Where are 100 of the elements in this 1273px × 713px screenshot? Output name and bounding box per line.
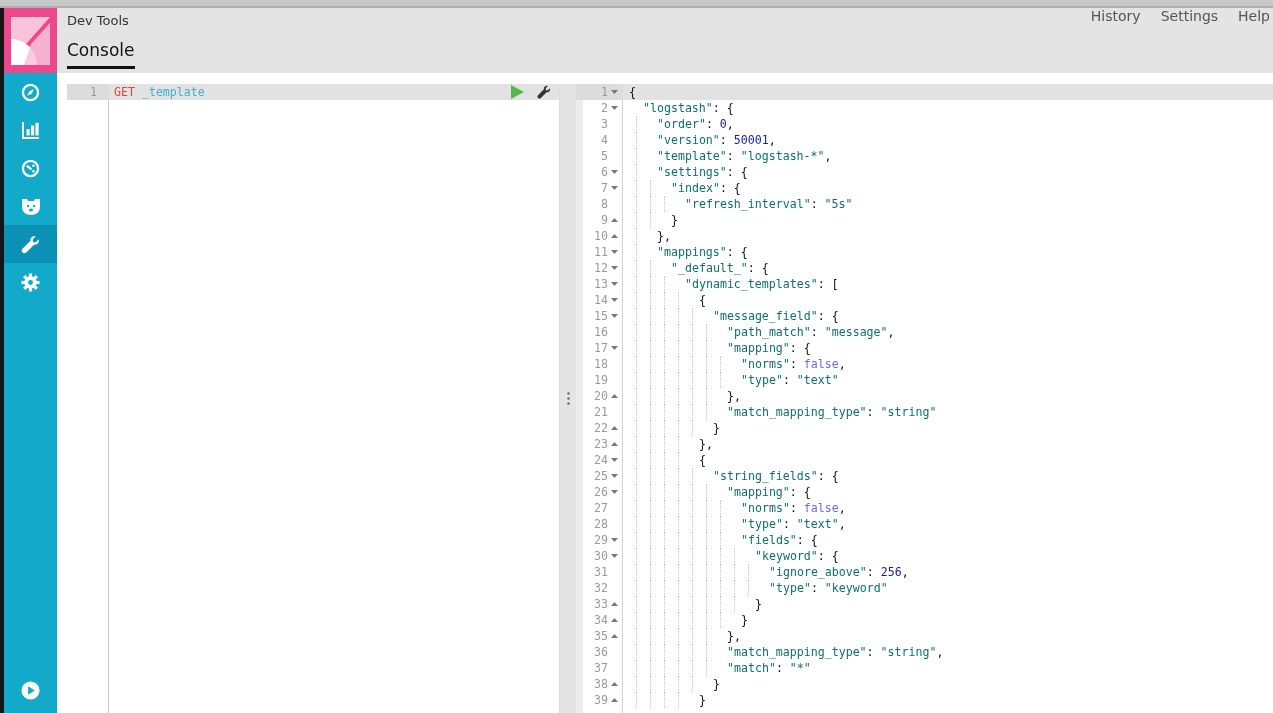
line-number: 35 <box>594 628 608 644</box>
wrench-icon[interactable] <box>537 85 551 99</box>
line-number: 21 <box>594 404 608 420</box>
line-number: 3 <box>601 116 608 132</box>
menu-link[interactable]: Settings <box>1160 8 1219 24</box>
fold-toggle-icon[interactable] <box>611 250 618 254</box>
fold-toggle-icon[interactable] <box>611 682 618 686</box>
code-line: } <box>712 676 721 692</box>
code-line: "match_mapping_type": "string", <box>726 644 945 660</box>
line-number: 22 <box>594 420 608 436</box>
line-number: 27 <box>594 500 608 516</box>
fold-toggle-icon[interactable] <box>611 426 618 430</box>
fold-toggle-icon[interactable] <box>611 698 618 702</box>
console-tab[interactable]: Console <box>67 40 135 69</box>
line-number: 14 <box>594 292 608 308</box>
code-line: } <box>712 420 721 436</box>
code-line: "template": "logstash-*", <box>656 148 833 164</box>
fold-toggle-icon[interactable] <box>611 346 618 350</box>
fold-toggle-icon[interactable] <box>611 90 618 94</box>
fold-toggle-icon[interactable] <box>611 218 618 222</box>
fold-toggle-icon[interactable] <box>611 490 618 494</box>
line-number: 31 <box>594 564 608 580</box>
fold-toggle-icon[interactable] <box>611 634 618 638</box>
fold-toggle-icon[interactable] <box>611 602 618 606</box>
line-number: 19 <box>594 372 608 388</box>
compass-icon <box>21 82 40 102</box>
line-number: 13 <box>594 276 608 292</box>
code-line: { <box>628 84 637 100</box>
line-number: 6 <box>601 164 608 180</box>
code-line: "message_field": { <box>712 308 840 324</box>
code-line: "refresh_interval": "5s" <box>684 196 854 212</box>
line-number: 12 <box>594 260 608 276</box>
line-number: 29 <box>594 532 608 548</box>
fold-toggle-icon[interactable] <box>611 186 618 190</box>
line-number: 36 <box>594 644 608 660</box>
line-number: 9 <box>601 212 608 228</box>
fold-toggle-icon[interactable] <box>611 538 618 542</box>
fold-toggle-icon[interactable] <box>611 298 618 302</box>
fold-toggle-icon[interactable] <box>611 618 618 622</box>
code-line: "string_fields": { <box>712 468 840 484</box>
fold-toggle-icon[interactable] <box>611 458 618 462</box>
code-line: "index": { <box>670 180 742 196</box>
fold-toggle-icon[interactable] <box>611 266 618 270</box>
line-number: 34 <box>594 612 608 628</box>
app-title: Dev Tools <box>67 13 130 28</box>
line-number: 30 <box>594 548 608 564</box>
line-number: 23 <box>594 436 608 452</box>
menu-link[interactable]: Help <box>1238 8 1270 24</box>
line-number: 2 <box>601 100 608 116</box>
line-number: 37 <box>594 660 608 676</box>
line-number: 5 <box>601 148 608 164</box>
settings-icon <box>21 272 40 292</box>
fold-toggle-icon[interactable] <box>611 170 618 174</box>
code-line: "keyword": { <box>754 548 840 564</box>
line-number: 28 <box>594 516 608 532</box>
nav-item[interactable] <box>4 225 57 263</box>
line-number: 33 <box>594 596 608 612</box>
line-number: 38 <box>594 676 608 692</box>
fold-toggle-icon[interactable] <box>611 106 618 110</box>
code-line: "norms": false, <box>740 356 847 372</box>
drag-handle-icon[interactable] <box>566 392 570 405</box>
code-line: "mapping": { <box>726 340 812 356</box>
code-line: "version": 50001, <box>656 132 777 148</box>
fold-toggle-icon[interactable] <box>611 394 618 398</box>
code-line: "type": "keyword" <box>768 580 889 596</box>
code-line: "type": "text", <box>740 516 847 532</box>
line-number: 4 <box>601 132 608 148</box>
line-number: 17 <box>594 340 608 356</box>
gauge-icon <box>21 158 40 178</box>
code-line: "path_match": "message", <box>726 324 896 340</box>
line-number: 1 <box>601 84 608 100</box>
line-number: 11 <box>594 244 608 260</box>
code-line: "_default_": { <box>670 260 770 276</box>
code-line: }, <box>656 228 672 244</box>
fold-toggle-icon[interactable] <box>611 442 618 446</box>
fold-toggle-icon[interactable] <box>611 282 618 286</box>
request-editor[interactable]: 1 GET _template <box>67 84 560 713</box>
code-line: "norms": false, <box>740 500 847 516</box>
play-circle-icon <box>21 681 40 700</box>
fold-toggle-icon[interactable] <box>611 474 618 478</box>
kibana-logo <box>4 8 57 73</box>
code-line: "fields": { <box>740 532 819 548</box>
line-number: 1 <box>90 85 97 99</box>
line-number: 10 <box>594 228 608 244</box>
line-number: 8 <box>601 196 608 212</box>
line-number: 16 <box>594 324 608 340</box>
fold-toggle-icon[interactable] <box>611 314 618 318</box>
code-line: "order": 0, <box>656 116 735 132</box>
code-line: }, <box>726 388 742 404</box>
code-line: { <box>698 452 707 468</box>
code-line: } <box>754 596 763 612</box>
line-number: 26 <box>594 484 608 500</box>
fold-toggle-icon[interactable] <box>611 554 618 558</box>
code-line: { <box>698 292 707 308</box>
code-line: "dynamic_templates": [ <box>684 276 840 292</box>
line-number: 25 <box>594 468 608 484</box>
fold-toggle-icon[interactable] <box>611 234 618 238</box>
code-line: } <box>698 692 707 708</box>
code-line: "type": "text" <box>740 372 840 388</box>
menu-link[interactable]: History <box>1090 8 1141 24</box>
